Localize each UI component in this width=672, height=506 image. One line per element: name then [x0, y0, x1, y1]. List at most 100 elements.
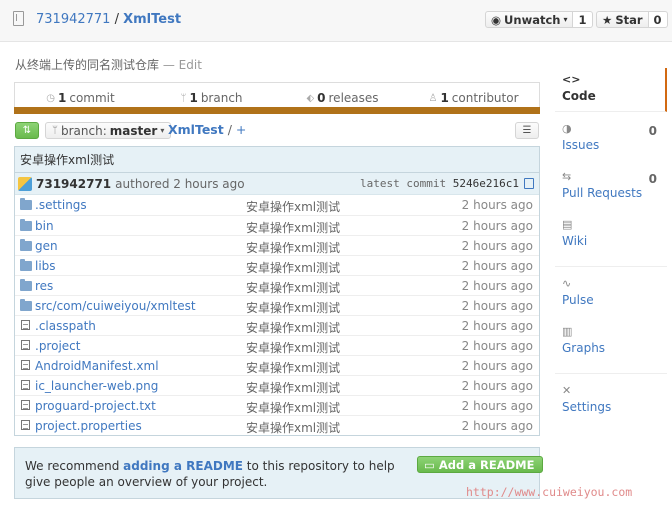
file-name-link[interactable]: .classpath — [35, 319, 96, 333]
sidebar-item-wiki[interactable]: ▤ Wiki — [555, 213, 667, 257]
sidebar-item-code[interactable]: <> Code — [555, 68, 667, 112]
file-name-link[interactable]: proguard-project.txt — [35, 399, 156, 413]
wiki-icon: ▤ — [562, 218, 573, 231]
table-row[interactable]: AndroidManifest.xml 安卓操作xml测试 2 hours ago — [15, 355, 539, 375]
repo-name-link[interactable]: XmlTest — [123, 12, 181, 27]
commit-message-link[interactable]: 安卓操作xml测试 — [246, 219, 340, 236]
commit-age: 2 hours ago — [461, 259, 533, 273]
table-row[interactable]: bin 安卓操作xml测试 2 hours ago — [15, 215, 539, 235]
file-name-link[interactable]: .project — [35, 339, 80, 353]
watch-count[interactable]: 1 — [573, 11, 593, 28]
file-name-link[interactable]: project.properties — [35, 419, 142, 433]
commit-message-link[interactable]: 安卓操作xml测试 — [246, 359, 340, 376]
breadcrumb-repo[interactable]: XmlTest — [168, 122, 224, 137]
compare-button[interactable]: ⇅ — [15, 122, 39, 139]
pulls-count: 0 — [648, 172, 657, 186]
commit-message-link[interactable]: 安卓操作xml测试 — [246, 399, 340, 416]
file-name-link[interactable]: libs — [35, 259, 56, 273]
watch-group: ◉ Unwatch ▾ 1 — [485, 11, 593, 28]
repo-icon — [13, 11, 24, 26]
sidebar-item-pulse[interactable]: ∿ Pulse — [555, 272, 667, 316]
sidebar-label-pulls: Pull Requests — [562, 186, 643, 200]
description-text: 从终端上传的同名测试仓库 — [15, 58, 160, 72]
commit-message-link[interactable]: 安卓操作xml测试 — [246, 259, 340, 276]
graph-icon: ▥ — [562, 325, 573, 338]
sidebar-item-settings[interactable]: ✕ Settings — [555, 379, 667, 423]
file-name-link[interactable]: ic_launcher-web.png — [35, 379, 158, 393]
list-view-button[interactable]: ☰ — [515, 122, 539, 139]
latest-commit: latest commit 5246e216c1 — [360, 177, 519, 190]
folder-icon — [20, 239, 32, 251]
description-dash: — — [159, 58, 179, 72]
new-file-link[interactable]: + — [236, 122, 246, 137]
branch-select[interactable]: ᛘ branch: master ▾ — [45, 122, 172, 139]
commit-age: 2 hours ago — [461, 219, 533, 233]
clipboard-icon[interactable] — [524, 178, 534, 189]
latest-commit-label: latest commit — [360, 177, 447, 190]
commit-message-link[interactable]: 安卓操作xml测试 — [246, 419, 340, 436]
file-icon — [21, 420, 30, 430]
branch-icon: ᛘ — [52, 125, 58, 136]
table-row[interactable]: ic_launcher-web.png 安卓操作xml测试 2 hours ago — [15, 375, 539, 395]
commit-message-link[interactable]: 安卓操作xml测试 — [246, 319, 340, 336]
file-icon — [21, 320, 30, 330]
commit-message-link[interactable]: 安卓操作xml测试 — [246, 279, 340, 296]
avatar[interactable] — [18, 176, 32, 191]
edit-description-link[interactable]: Edit — [179, 58, 202, 72]
repo-description: 从终端上传的同名测试仓库 — Edit — [15, 56, 202, 73]
chevron-down-icon: ▾ — [563, 15, 568, 24]
file-name-link[interactable]: bin — [35, 219, 54, 233]
add-readme-button[interactable]: ▭ Add a README — [417, 456, 544, 473]
commit-message-link[interactable]: 安卓操作xml测试 — [246, 239, 340, 256]
sidebar-divider — [555, 257, 667, 267]
table-row[interactable]: proguard-project.txt 安卓操作xml测试 2 hours ago — [15, 395, 539, 415]
commit-meta: 731942771 authored 2 hours ago latest co… — [15, 173, 539, 195]
file-name-link[interactable]: .settings — [35, 198, 87, 212]
file-name-link[interactable]: gen — [35, 239, 58, 253]
file-icon — [21, 380, 30, 390]
unwatch-button[interactable]: ◉ Unwatch ▾ — [485, 11, 574, 28]
table-row[interactable]: .settings 安卓操作xml测试 2 hours ago — [15, 195, 539, 215]
table-row[interactable]: src/com/cuiweiyou/xmltest 安卓操作xml测试 2 hour… — [15, 295, 539, 315]
commit-message-link[interactable]: 安卓操作xml测试 — [246, 339, 340, 356]
table-row[interactable]: .project 安卓操作xml测试 2 hours ago — [15, 335, 539, 355]
repo-owner-link[interactable]: 731942771 — [36, 12, 110, 27]
commit-age: 2 hours ago — [461, 339, 533, 353]
commit-author[interactable]: 731942771 — [36, 177, 111, 191]
commit-title[interactable]: 安卓操作xml测试 — [15, 147, 539, 173]
table-row[interactable]: gen 安卓操作xml测试 2 hours ago — [15, 235, 539, 255]
watermark-text: http://www.cuiweiyou.com — [466, 485, 633, 499]
commit-message-link[interactable]: 安卓操作xml测试 — [246, 379, 340, 396]
star-button[interactable]: ★ Star — [596, 11, 649, 28]
commit-message-link[interactable]: 安卓操作xml测试 — [246, 198, 340, 215]
contributors-count: 1 — [440, 91, 449, 105]
branches-count: 1 — [189, 91, 198, 105]
table-row[interactable]: res 安卓操作xml测试 2 hours ago — [15, 275, 539, 295]
commit-age: 2 hours ago — [461, 379, 533, 393]
table-row[interactable]: libs 安卓操作xml测试 2 hours ago — [15, 255, 539, 275]
file-name-link[interactable]: src/com/cuiweiyou/xmltest — [35, 299, 196, 313]
table-row[interactable]: .classpath 安卓操作xml测试 2 hours ago — [15, 315, 539, 335]
contributors-label: contributor — [451, 91, 519, 105]
table-row[interactable]: project.properties 安卓操作xml测试 2 hours ago — [15, 415, 539, 435]
sidebar-divider — [555, 364, 667, 374]
sidebar-item-issues[interactable]: ◑ Issues 0 — [555, 117, 667, 161]
commit-message-link[interactable]: 安卓操作xml测试 — [246, 299, 340, 316]
commit-sha[interactable]: 5246e216c1 — [453, 177, 519, 190]
file-name-link[interactable]: AndroidManifest.xml — [35, 359, 159, 373]
file-name-link[interactable]: res — [35, 279, 53, 293]
star-icon: ★ — [602, 12, 613, 27]
star-count[interactable]: 0 — [648, 11, 668, 28]
code-icon: <> — [562, 73, 581, 86]
chevron-down-icon: ▾ — [160, 126, 165, 135]
commit-age: 2 hours ago — [461, 419, 533, 433]
repo-title: 731942771 / XmlTest — [36, 12, 181, 27]
readme-notice: We recommend adding a README to this rep… — [14, 447, 544, 499]
add-readme-link[interactable]: adding a README — [123, 459, 243, 473]
title-separator: / — [110, 12, 124, 27]
sidebar-item-graphs[interactable]: ▥ Graphs — [555, 320, 667, 364]
sidebar-item-pull-requests[interactable]: ⇆ Pull Requests 0 — [555, 165, 667, 209]
folder-icon — [20, 219, 32, 231]
repo-sidebar: <> Code ◑ Issues 0 ⇆ Pull Requests 0 ▤ W… — [555, 68, 667, 423]
branch-name: master — [109, 123, 158, 138]
